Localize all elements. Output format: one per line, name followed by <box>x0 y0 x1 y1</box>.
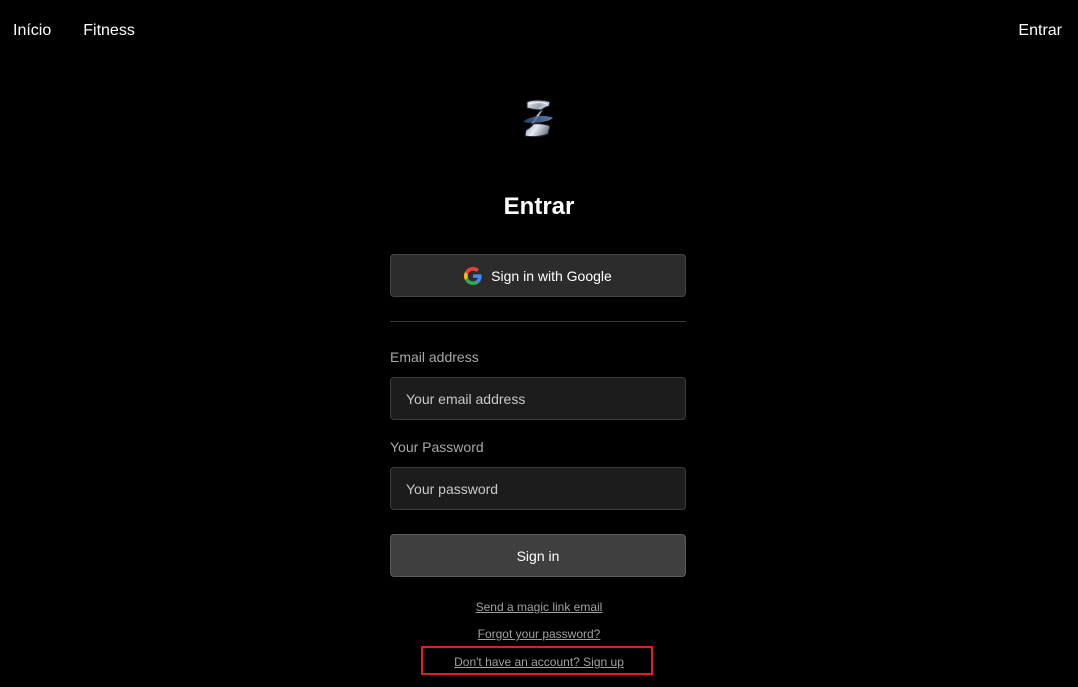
magic-link-row: Send a magic link email <box>0 600 1078 614</box>
nav-link-home[interactable]: Início <box>13 22 51 40</box>
sign-up-row: Don't have an account? Sign up <box>0 655 1078 669</box>
top-navigation: Início Fitness Entrar <box>0 0 1078 62</box>
nav-link-signin[interactable]: Entrar <box>1018 22 1062 39</box>
nav-right-group: Entrar <box>1018 22 1062 40</box>
sign-up-link[interactable]: Don't have an account? Sign up <box>454 655 624 669</box>
nav-left-group: Início Fitness <box>13 22 135 40</box>
google-sign-in-button[interactable]: Sign in with Google <box>390 254 686 297</box>
password-input[interactable] <box>390 467 686 510</box>
forgot-password-row: Forgot your password? <box>0 627 1078 641</box>
divider <box>390 321 686 322</box>
stylized-z-logo-icon <box>519 96 557 142</box>
magic-link-email-link[interactable]: Send a magic link email <box>476 600 603 614</box>
forgot-password-link[interactable]: Forgot your password? <box>478 627 601 641</box>
sign-in-button[interactable]: Sign in <box>390 534 686 577</box>
nav-link-fitness[interactable]: Fitness <box>83 22 135 40</box>
google-g-icon <box>464 266 482 285</box>
page-title: Entrar <box>503 193 575 220</box>
password-label: Your Password <box>390 439 484 455</box>
email-label: Email address <box>390 349 479 365</box>
google-sign-in-label: Sign in with Google <box>491 267 612 284</box>
email-input[interactable] <box>390 377 686 420</box>
sign-in-form: Sign in with Google Email address Your P… <box>390 254 686 577</box>
